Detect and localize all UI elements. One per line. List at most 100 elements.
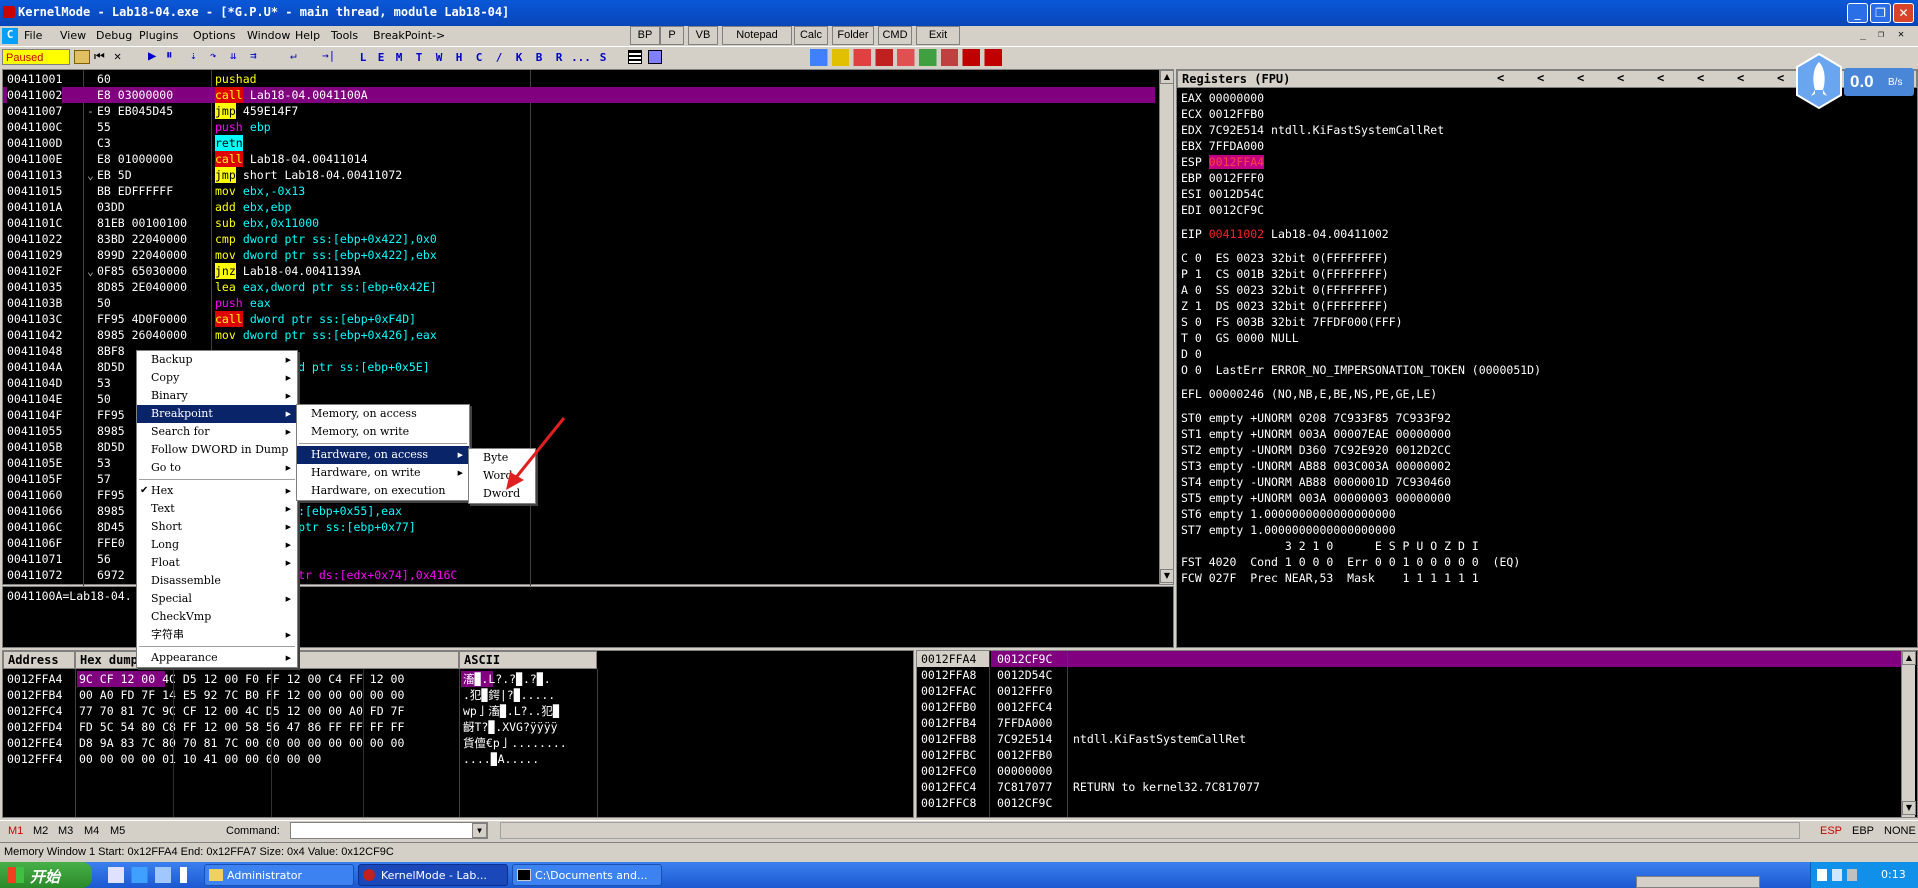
efl-line[interactable]: EFL 00000246 (NO,NB,E,BE,NS,PE,GE,LE) — [1181, 386, 1911, 402]
fpu-line[interactable]: ST5 empty +UNORM 003A 00000003 00000000 — [1181, 490, 1911, 506]
stack-row[interactable]: 0012FFA8 0012D54C — [917, 667, 1901, 683]
stack-row[interactable]: 0012FFC0 00000000 — [917, 763, 1901, 779]
flag-line[interactable]: O 0 LastErr ERROR_NO_IMPERSONATION_TOKEN… — [1181, 362, 1911, 378]
menu-item-hardware-on-execution[interactable]: Hardware, on execution — [297, 482, 469, 500]
disassembly-row[interactable]: 00411015 BB EDFFFFFF mov ebx,-0x13 — [3, 183, 1155, 199]
register-nav-arrow[interactable]: < — [1657, 71, 1664, 85]
none-button[interactable]: NONE — [1884, 825, 1916, 837]
tray-icons[interactable] — [1817, 869, 1867, 881]
menu-item-go-to[interactable]: Go to ▶ — [137, 459, 297, 477]
flag-line[interactable]: A 0 SS 0023 32bit 0(FFFFFFFF) — [1181, 282, 1911, 298]
toolbar-e[interactable]: E — [373, 50, 389, 66]
stack-scroll-up[interactable]: ▲ — [1902, 651, 1916, 665]
menu-file[interactable]: File — [24, 29, 42, 42]
fpu-line[interactable]: ST3 empty -UNORM AB88 003C003A 00000002 — [1181, 458, 1911, 474]
disassembly-row[interactable]: 00411022 83BD 22040000 cmp dword ptr ss:[e… — [3, 231, 1155, 247]
menu-item-search-for[interactable]: Search for ▶ — [137, 423, 297, 441]
stack-top-row[interactable]: 0012FFA4 0012CF9C — [917, 651, 1901, 667]
start-button[interactable]: 开始 — [0, 862, 92, 888]
menu-item-item[interactable]: 字符串 ▶ — [137, 626, 297, 644]
task-administrator[interactable]: Administrator — [204, 864, 354, 886]
menu-item-hex[interactable]: Hex ✔ ▶ — [137, 482, 297, 500]
register-line[interactable]: EDI 0012CF9C — [1181, 202, 1911, 218]
stack-pane[interactable]: 0012FFA4 0012CF9C 0012FFA8 0012D54C 0012FFAC… — [916, 650, 1918, 818]
menu-window[interactable]: Window — [247, 29, 290, 42]
disassembly-row[interactable]: 00411001 60 pushad — [3, 71, 1155, 87]
command-dropdown-button[interactable]: ▼ — [472, 823, 487, 838]
scroll-down-button[interactable]: ▼ — [1160, 569, 1174, 583]
stack-row[interactable]: 0012FFB8 7C92E514 ntdll.KiFastSystemCallRe… — [917, 731, 1901, 747]
disassembly-row[interactable]: 0041103C FF95 4D0F0000 call dword ptr ss:[… — [3, 311, 1155, 327]
scroll-up-button[interactable]: ▲ — [1160, 70, 1174, 84]
menu-item-memory-on-write[interactable]: Memory, on write — [297, 423, 469, 441]
menu-item-long[interactable]: Long ▶ — [137, 536, 297, 554]
register-nav-arrow[interactable]: < — [1577, 71, 1584, 85]
register-nav-arrow[interactable]: < — [1497, 71, 1504, 85]
fpu-line[interactable]: ST4 empty -UNORM AB88 0000001D 7C930460 — [1181, 474, 1911, 490]
vb-button[interactable]: VB — [688, 26, 718, 45]
stack-scroll-down[interactable]: ▼ — [1902, 801, 1916, 815]
esp-button[interactable]: ESP — [1820, 825, 1842, 837]
register-line[interactable]: EBP 0012FFF0 — [1181, 170, 1911, 186]
stack-row[interactable]: 0012FFC8 0012CF9C — [917, 795, 1901, 811]
menu-tools[interactable]: Tools — [331, 29, 358, 42]
stack-row[interactable]: 0012FFB4 7FFDA000 — [917, 715, 1901, 731]
calc-button[interactable]: Calc — [794, 26, 828, 45]
disassembly-row[interactable]: 0041100E E8 01000000 call Lab18-04.0041101… — [3, 151, 1155, 167]
notepad-button[interactable]: Notepad — [722, 26, 792, 45]
dump-row[interactable]: 0012FFB4 00 A0 FD 7F 14 E5 92 7C B0 FF 12… — [3, 687, 903, 703]
flag-line[interactable]: P 1 CS 001B 32bit 0(FFFFFFFF) — [1181, 266, 1911, 282]
disassembly-row[interactable]: 0041100D C3 retn — [3, 135, 1155, 151]
menu-view[interactable]: View — [60, 29, 86, 42]
dump-pane[interactable]: Address Hex dump ASCII 0012FFA4 9C CF 12 … — [2, 650, 914, 818]
close-button[interactable]: ✕ — [1893, 3, 1914, 23]
registers-pane[interactable]: Registers (FPU) < < < < < < < < EAX 00000000 ECX… — [1176, 69, 1918, 648]
flag-line[interactable]: T 0 GS 0000 NULL — [1181, 330, 1911, 346]
menu-item-follow-dword-in-dump[interactable]: Follow DWORD in Dump — [137, 441, 297, 459]
trace-into-icon[interactable]: ⇊ — [230, 49, 237, 62]
fpu-line[interactable]: FCW 027F Prec NEAR,53 Mask 1 1 1 1 1 1 — [1181, 570, 1911, 586]
bp-button[interactable]: BP — [630, 26, 660, 45]
disassembly-row[interactable]: 0041102F ⌄ 0F85 65030000 jnz Lab18-04.00411… — [3, 263, 1155, 279]
menu-item-memory-on-access[interactable]: Memory, on access — [297, 405, 469, 423]
menu-breakpoint[interactable]: BreakPoint-> — [373, 29, 445, 42]
menu-item-float[interactable]: Float ▶ — [137, 554, 297, 572]
stack-row[interactable]: 0012FFAC 0012FFF0 — [917, 683, 1901, 699]
menu-item-backup[interactable]: Backup ▶ — [137, 351, 297, 369]
step-over-icon[interactable]: ↷ — [210, 49, 217, 62]
fpu-line[interactable]: FST 4020 Cond 1 0 0 0 Err 0 0 1 0 0 0 0 … — [1181, 554, 1911, 570]
goto-icon[interactable]: →| — [322, 49, 335, 62]
dump-row[interactable]: 0012FFF4 00 00 00 00 01 10 41 00 00 00 00… — [3, 751, 903, 767]
step-into-icon[interactable]: ⇣ — [190, 49, 197, 62]
toolbar-h[interactable]: H — [451, 50, 467, 66]
folder-button[interactable]: Folder — [832, 26, 874, 45]
flag-line[interactable]: S 0 FS 003B 32bit 7FFDF000(FFF) — [1181, 314, 1911, 330]
task-kernelmode[interactable]: KernelMode - Lab... — [358, 864, 508, 886]
menu-item-hardware-on-write[interactable]: Hardware, on write ▶ — [297, 464, 469, 482]
fpu-line[interactable]: ST1 empty +UNORM 003A 00007EAE 00000000 — [1181, 426, 1911, 442]
dump-row[interactable]: 0012FFC4 77 70 81 7C 9C CF 12 00 4C D5 12… — [3, 703, 903, 719]
register-line[interactable]: EDX 7C92E514 ntdll.KiFastSystemCallRet — [1181, 122, 1911, 138]
disassembly-row[interactable]: 00411013 ⌄ EB 5D jmp short Lab18-04.0041107… — [3, 167, 1155, 183]
register-nav-arrow[interactable]: < — [1697, 71, 1704, 85]
open-icon[interactable] — [74, 50, 90, 64]
stack-row[interactable]: 0012FFBC 0012FFB0 — [917, 747, 1901, 763]
exit-button[interactable]: Exit — [916, 26, 960, 45]
execute-till-return-icon[interactable]: ↵ — [290, 49, 297, 62]
plugin-icons[interactable] — [810, 49, 1028, 66]
p-button[interactable]: P — [660, 26, 684, 45]
stack-row[interactable]: 0012FFC4 7C817077 RETURN to kernel32.7C817… — [917, 779, 1901, 795]
disassembly-row[interactable]: 00411029 899D 22040000 mov dword ptr ss:[e… — [3, 247, 1155, 263]
dump-ascii-header[interactable]: ASCII — [459, 651, 597, 669]
mdi-close-button[interactable]: ✕ — [1898, 29, 1904, 40]
grid-icon[interactable] — [648, 50, 662, 64]
disassembly-row[interactable]: 0041101A 03DD add ebx,ebp — [3, 199, 1155, 215]
register-nav-arrow[interactable]: < — [1537, 71, 1544, 85]
cpu-icon[interactable]: C — [2, 28, 18, 44]
fpu-line[interactable]: ST0 empty +UNORM 0208 7C933F85 7C933F92 — [1181, 410, 1911, 426]
menu-item-binary[interactable]: Binary ▶ — [137, 387, 297, 405]
menu-item-appearance[interactable]: Appearance ▶ — [137, 649, 297, 667]
close-debug-icon[interactable]: ✕ — [114, 49, 121, 63]
menu-item-special[interactable]: Special ▶ — [137, 590, 297, 608]
disassembly-row[interactable]: 0041103B 50 push eax — [3, 295, 1155, 311]
